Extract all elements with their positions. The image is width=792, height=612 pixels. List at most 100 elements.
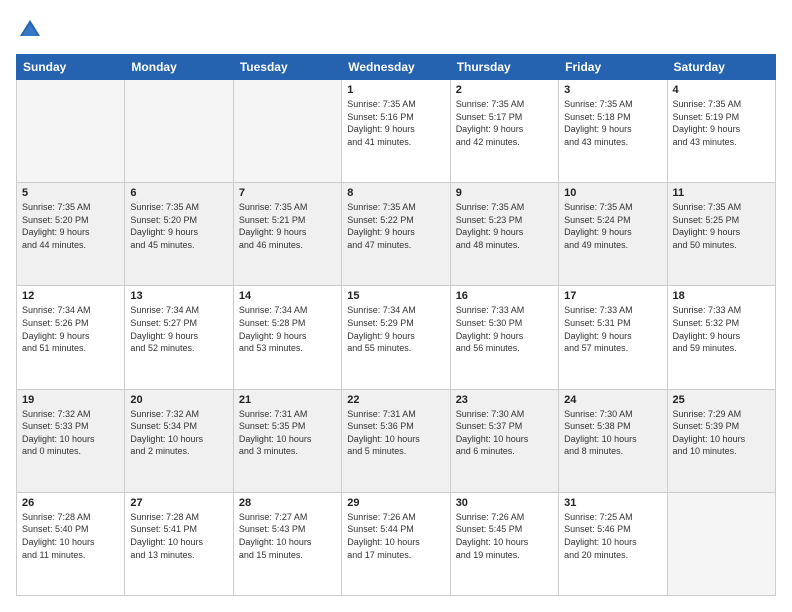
weekday-header-wednesday: Wednesday (342, 55, 450, 80)
cell-text: Sunrise: 7:35 AM Sunset: 5:22 PM Dayligh… (347, 201, 444, 251)
cell-text: Sunrise: 7:34 AM Sunset: 5:28 PM Dayligh… (239, 304, 336, 354)
calendar-cell: 10 Sunrise: 7:35 AM Sunset: 5:24 PM Dayli… (559, 183, 667, 286)
cell-text: Sunrise: 7:26 AM Sunset: 5:44 PM Dayligh… (347, 511, 444, 561)
day-number: 28 (239, 497, 336, 509)
calendar-cell: 2 Sunrise: 7:35 AM Sunset: 5:17 PM Daylig… (450, 80, 558, 183)
day-number: 4 (673, 84, 770, 96)
day-number: 30 (456, 497, 553, 509)
day-number: 12 (22, 290, 119, 302)
calendar-cell: 15 Sunrise: 7:34 AM Sunset: 5:29 PM Dayli… (342, 286, 450, 389)
day-number: 25 (673, 394, 770, 406)
calendar-cell (17, 80, 125, 183)
calendar-cell: 30 Sunrise: 7:26 AM Sunset: 5:45 PM Dayli… (450, 492, 558, 595)
day-number: 26 (22, 497, 119, 509)
day-number: 23 (456, 394, 553, 406)
calendar-cell (125, 80, 233, 183)
weekday-header-thursday: Thursday (450, 55, 558, 80)
calendar-cell: 23 Sunrise: 7:30 AM Sunset: 5:37 PM Dayli… (450, 389, 558, 492)
cell-text: Sunrise: 7:35 AM Sunset: 5:23 PM Dayligh… (456, 201, 553, 251)
page: SundayMondayTuesdayWednesdayThursdayFrid… (0, 0, 792, 612)
calendar-cell: 31 Sunrise: 7:25 AM Sunset: 5:46 PM Dayli… (559, 492, 667, 595)
day-number: 14 (239, 290, 336, 302)
day-number: 13 (130, 290, 227, 302)
cell-text: Sunrise: 7:35 AM Sunset: 5:20 PM Dayligh… (22, 201, 119, 251)
day-number: 31 (564, 497, 661, 509)
cell-text: Sunrise: 7:25 AM Sunset: 5:46 PM Dayligh… (564, 511, 661, 561)
calendar-cell: 19 Sunrise: 7:32 AM Sunset: 5:33 PM Dayli… (17, 389, 125, 492)
day-number: 21 (239, 394, 336, 406)
day-number: 10 (564, 187, 661, 199)
calendar-cell: 3Sunrise: 7:35 AM Sunset: 5:18 PM Daylig… (559, 80, 667, 183)
weekday-header-tuesday: Tuesday (233, 55, 341, 80)
day-number: 5 (22, 187, 119, 199)
calendar-cell: 17 Sunrise: 7:33 AM Sunset: 5:31 PM Dayli… (559, 286, 667, 389)
cell-text: Sunrise: 7:34 AM Sunset: 5:29 PM Dayligh… (347, 304, 444, 354)
weekday-header-sunday: Sunday (17, 55, 125, 80)
cell-text: Sunrise: 7:26 AM Sunset: 5:45 PM Dayligh… (456, 511, 553, 561)
weekday-header-monday: Monday (125, 55, 233, 80)
day-number: 20 (130, 394, 227, 406)
calendar-cell: 7 Sunrise: 7:35 AM Sunset: 5:21 PM Daylig… (233, 183, 341, 286)
calendar-cell: 21 Sunrise: 7:31 AM Sunset: 5:35 PM Dayli… (233, 389, 341, 492)
calendar-cell (667, 492, 775, 595)
cell-text: Sunrise: 7:33 AM Sunset: 5:32 PM Dayligh… (673, 304, 770, 354)
cell-text: Sunrise: 7:35 AM Sunset: 5:17 PM Dayligh… (456, 98, 553, 148)
calendar-cell: 9 Sunrise: 7:35 AM Sunset: 5:23 PM Daylig… (450, 183, 558, 286)
cell-text: Sunrise: 7:35 AM Sunset: 5:18 PM Dayligh… (564, 98, 661, 148)
day-number: 17 (564, 290, 661, 302)
cell-text: Sunrise: 7:27 AM Sunset: 5:43 PM Dayligh… (239, 511, 336, 561)
day-number: 29 (347, 497, 444, 509)
calendar-cell: 16 Sunrise: 7:33 AM Sunset: 5:30 PM Dayli… (450, 286, 558, 389)
cell-text: Sunrise: 7:35 AM Sunset: 5:20 PM Dayligh… (130, 201, 227, 251)
cell-text: Sunrise: 7:29 AM Sunset: 5:39 PM Dayligh… (673, 408, 770, 458)
cell-text: Sunrise: 7:33 AM Sunset: 5:30 PM Dayligh… (456, 304, 553, 354)
weekday-header-saturday: Saturday (667, 55, 775, 80)
cell-text: Sunrise: 7:35 AM Sunset: 5:25 PM Dayligh… (673, 201, 770, 251)
calendar-cell: 1Sunrise: 7:35 AM Sunset: 5:16 PM Daylig… (342, 80, 450, 183)
day-number: 8 (347, 187, 444, 199)
calendar-cell: 25 Sunrise: 7:29 AM Sunset: 5:39 PM Dayli… (667, 389, 775, 492)
calendar-cell: 12Sunrise: 7:34 AM Sunset: 5:26 PM Dayli… (17, 286, 125, 389)
day-number: 11 (673, 187, 770, 199)
calendar-cell: 28 Sunrise: 7:27 AM Sunset: 5:43 PM Dayli… (233, 492, 341, 595)
cell-text: Sunrise: 7:34 AM Sunset: 5:27 PM Dayligh… (130, 304, 227, 354)
day-number: 9 (456, 187, 553, 199)
cell-text: Sunrise: 7:32 AM Sunset: 5:33 PM Dayligh… (22, 408, 119, 458)
cell-text: Sunrise: 7:35 AM Sunset: 5:19 PM Dayligh… (673, 98, 770, 148)
calendar-cell: 29 Sunrise: 7:26 AM Sunset: 5:44 PM Dayli… (342, 492, 450, 595)
calendar-cell: 6 Sunrise: 7:35 AM Sunset: 5:20 PM Daylig… (125, 183, 233, 286)
calendar-cell: 14 Sunrise: 7:34 AM Sunset: 5:28 PM Dayli… (233, 286, 341, 389)
cell-text: Sunrise: 7:33 AM Sunset: 5:31 PM Dayligh… (564, 304, 661, 354)
cell-text: Sunrise: 7:30 AM Sunset: 5:38 PM Dayligh… (564, 408, 661, 458)
calendar-cell (233, 80, 341, 183)
calendar-cell: 13 Sunrise: 7:34 AM Sunset: 5:27 PM Dayli… (125, 286, 233, 389)
cell-text: Sunrise: 7:35 AM Sunset: 5:24 PM Dayligh… (564, 201, 661, 251)
cell-text: Sunrise: 7:30 AM Sunset: 5:37 PM Dayligh… (456, 408, 553, 458)
calendar-cell: 18 Sunrise: 7:33 AM Sunset: 5:32 PM Dayli… (667, 286, 775, 389)
cell-text: Sunrise: 7:35 AM Sunset: 5:21 PM Dayligh… (239, 201, 336, 251)
calendar-cell: 24 Sunrise: 7:30 AM Sunset: 5:38 PM Dayli… (559, 389, 667, 492)
cell-text: Sunrise: 7:35 AM Sunset: 5:16 PM Dayligh… (347, 98, 444, 148)
calendar-cell: 20 Sunrise: 7:32 AM Sunset: 5:34 PM Dayli… (125, 389, 233, 492)
day-number: 18 (673, 290, 770, 302)
day-number: 24 (564, 394, 661, 406)
cell-text: Sunrise: 7:32 AM Sunset: 5:34 PM Dayligh… (130, 408, 227, 458)
calendar-cell: 22 Sunrise: 7:31 AM Sunset: 5:36 PM Dayli… (342, 389, 450, 492)
cell-text: Sunrise: 7:28 AM Sunset: 5:40 PM Dayligh… (22, 511, 119, 561)
calendar-cell: 11 Sunrise: 7:35 AM Sunset: 5:25 PM Dayli… (667, 183, 775, 286)
calendar-cell: 5 Sunrise: 7:35 AM Sunset: 5:20 PM Daylig… (17, 183, 125, 286)
day-number: 6 (130, 187, 227, 199)
cell-text: Sunrise: 7:31 AM Sunset: 5:36 PM Dayligh… (347, 408, 444, 458)
calendar-table: SundayMondayTuesdayWednesdayThursdayFrid… (16, 54, 776, 596)
calendar-cell: 26 Sunrise: 7:28 AM Sunset: 5:40 PM Dayli… (17, 492, 125, 595)
calendar-cell: 27Sunrise: 7:28 AM Sunset: 5:41 PM Dayli… (125, 492, 233, 595)
calendar-cell: 4 Sunrise: 7:35 AM Sunset: 5:19 PM Daylig… (667, 80, 775, 183)
header (16, 16, 776, 44)
day-number: 16 (456, 290, 553, 302)
day-number: 7 (239, 187, 336, 199)
day-number: 22 (347, 394, 444, 406)
cell-text: Sunrise: 7:31 AM Sunset: 5:35 PM Dayligh… (239, 408, 336, 458)
day-number: 2 (456, 84, 553, 96)
day-number: 19 (22, 394, 119, 406)
day-number: 15 (347, 290, 444, 302)
